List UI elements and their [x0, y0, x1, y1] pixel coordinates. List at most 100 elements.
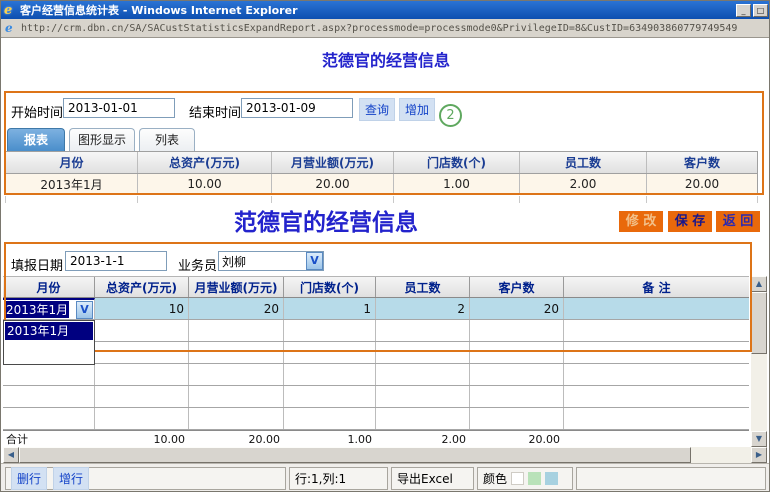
edit-heading: 范德官的经营信息 [1, 203, 651, 237]
status-export: 导出Excel [391, 467, 474, 490]
total-staff: 2.00 [376, 431, 470, 447]
minimize-button[interactable]: _ [736, 4, 751, 17]
col-turnover: 月营业额(万元) [272, 152, 394, 173]
report-date-input[interactable] [65, 251, 167, 271]
tab-report[interactable]: 报表 [7, 128, 65, 151]
horizontal-scrollbar[interactable]: ◀ ▶ [3, 447, 767, 463]
total-turnover: 20.00 [189, 431, 284, 447]
url-text[interactable]: http://crm.dbn.cn/SA/SACustStatisticsExp… [21, 23, 767, 34]
start-time-input[interactable] [63, 98, 175, 118]
scroll-down-icon[interactable]: ▼ [751, 431, 767, 447]
gcell-stores[interactable]: 1 [284, 298, 376, 319]
salesman-label: 业务员 [178, 255, 217, 274]
delete-row-button[interactable]: 删行 [11, 467, 47, 490]
gcol-stores: 门店数(个) [284, 277, 376, 297]
status-bar: 删行 增行 行:1,列:1 导出Excel 颜色 [1, 463, 770, 491]
browser-window: e 客户经营信息统计表 - Windows Internet Explorer … [0, 0, 770, 492]
add-button[interactable]: 增加 [399, 98, 435, 121]
month-dropdown-option[interactable]: 2013年1月 [5, 322, 93, 340]
gcell-staff[interactable]: 2 [376, 298, 470, 319]
tab-graphic[interactable]: 图形显示 [69, 128, 135, 151]
scroll-right-icon[interactable]: ▶ [751, 447, 767, 463]
page-icon: e [5, 21, 21, 35]
month-combobox-value: 2013年1月 [5, 301, 69, 318]
horizontal-scroll-thumb[interactable] [19, 447, 691, 463]
maximize-button[interactable]: □ [753, 4, 768, 17]
col-assets: 总资产(万元) [138, 152, 272, 173]
table-row: 2013年1月 10.00 20.00 1.00 2.00 20.00 [6, 174, 757, 194]
col-month: 月份 [6, 152, 138, 173]
grid-row-empty[interactable] [3, 408, 749, 430]
grid-row-selected[interactable]: 2013年1月 V 10 20 1 2 20 [3, 298, 749, 320]
color-swatch-green [528, 472, 541, 485]
cell-staff: 2.00 [520, 174, 647, 194]
grid-row-empty[interactable] [3, 386, 749, 408]
color-label: 颜色 [483, 470, 507, 487]
cell-month: 2013年1月 [6, 174, 138, 194]
gcell-customers[interactable]: 20 [470, 298, 564, 319]
col-customers: 客户数 [647, 152, 757, 173]
window-title: 客户经营信息统计表 - Windows Internet Explorer [20, 2, 734, 18]
salesman-select[interactable]: 刘柳 V [218, 251, 324, 271]
month-combobox[interactable]: 2013年1月 V [3, 298, 95, 319]
modify-button[interactable]: 修 改 [619, 211, 663, 232]
export-excel-button[interactable]: 导出Excel [397, 470, 453, 487]
total-stores: 1.00 [284, 431, 376, 447]
col-staff: 员工数 [520, 152, 647, 173]
salesman-value: 刘柳 [219, 253, 306, 270]
color-swatch-white [511, 472, 524, 485]
title-bar: e 客户经营信息统计表 - Windows Internet Explorer … [1, 1, 770, 19]
add-row-button[interactable]: 增行 [53, 467, 89, 490]
color-swatch-blue [545, 472, 558, 485]
status-section-rows: 删行 增行 [5, 467, 286, 490]
col-stores: 门店数(个) [394, 152, 520, 173]
total-assets: 10.00 [95, 431, 189, 447]
gcell-assets[interactable]: 10 [95, 298, 189, 319]
address-bar: e http://crm.dbn.cn/SA/SACustStatisticsE… [1, 19, 770, 38]
gcol-turnover: 月营业额(万元) [189, 277, 284, 297]
ie-logo-icon: e [4, 3, 20, 18]
grid-row-empty[interactable] [3, 364, 749, 386]
scroll-up-icon[interactable]: ▲ [751, 276, 767, 292]
report-date-label: 填报日期 [11, 255, 63, 274]
grid-row-empty[interactable] [3, 320, 749, 342]
gcol-assets: 总资产(万元) [95, 277, 189, 297]
grid-row-empty[interactable] [3, 342, 749, 364]
status-section-empty [576, 467, 766, 490]
save-button[interactable]: 保 存 [668, 211, 712, 232]
start-time-label: 开始时间 [11, 102, 63, 121]
vertical-scroll-thumb[interactable] [751, 292, 767, 354]
annotation-circle-2: 2 [439, 104, 462, 127]
tab-list[interactable]: 列表 [139, 128, 195, 151]
cell-position-text: 行:1,列:1 [295, 470, 346, 487]
gcol-remark: 备 注 [564, 277, 749, 297]
status-colors: 颜色 [477, 467, 573, 490]
total-remark [564, 431, 749, 447]
combobox-dropdown-icon[interactable]: V [76, 301, 93, 319]
report-heading: 范德官的经营信息 [1, 47, 770, 71]
back-button[interactable]: 返 回 [716, 211, 760, 232]
end-time-label: 结束时间 [189, 102, 241, 121]
cell-customers: 20.00 [647, 174, 757, 194]
gcol-customers: 客户数 [470, 277, 564, 297]
cell-turnover: 20.00 [272, 174, 394, 194]
grid-total-row: 合计 10.00 20.00 1.00 2.00 20.00 [3, 430, 749, 447]
chevron-down-icon[interactable]: V [306, 252, 323, 270]
report-table: 月份 总资产(万元) 月营业额(万元) 门店数(个) 员工数 客户数 2013年… [5, 151, 758, 195]
status-cell-position: 行:1,列:1 [289, 467, 388, 490]
gcell-turnover[interactable]: 20 [189, 298, 284, 319]
total-customers: 20.00 [470, 431, 564, 447]
total-label: 合计 [3, 431, 95, 447]
scroll-left-icon[interactable]: ◀ [3, 447, 19, 463]
table-partial-row [5, 196, 758, 203]
query-button[interactable]: 查询 [359, 98, 395, 121]
end-time-input[interactable] [241, 98, 353, 118]
gcol-staff: 员工数 [376, 277, 470, 297]
grid-header: 月份 总资产(万元) 月营业额(万元) 门店数(个) 员工数 客户数 备 注 [3, 276, 749, 298]
cell-stores: 1.00 [394, 174, 520, 194]
cell-assets: 10.00 [138, 174, 272, 194]
vertical-scrollbar[interactable]: ▲ ▼ [751, 276, 767, 447]
gcell-remark[interactable] [564, 298, 749, 319]
gcol-month: 月份 [3, 277, 95, 297]
month-dropdown-panel: 2013年1月 [3, 320, 95, 365]
